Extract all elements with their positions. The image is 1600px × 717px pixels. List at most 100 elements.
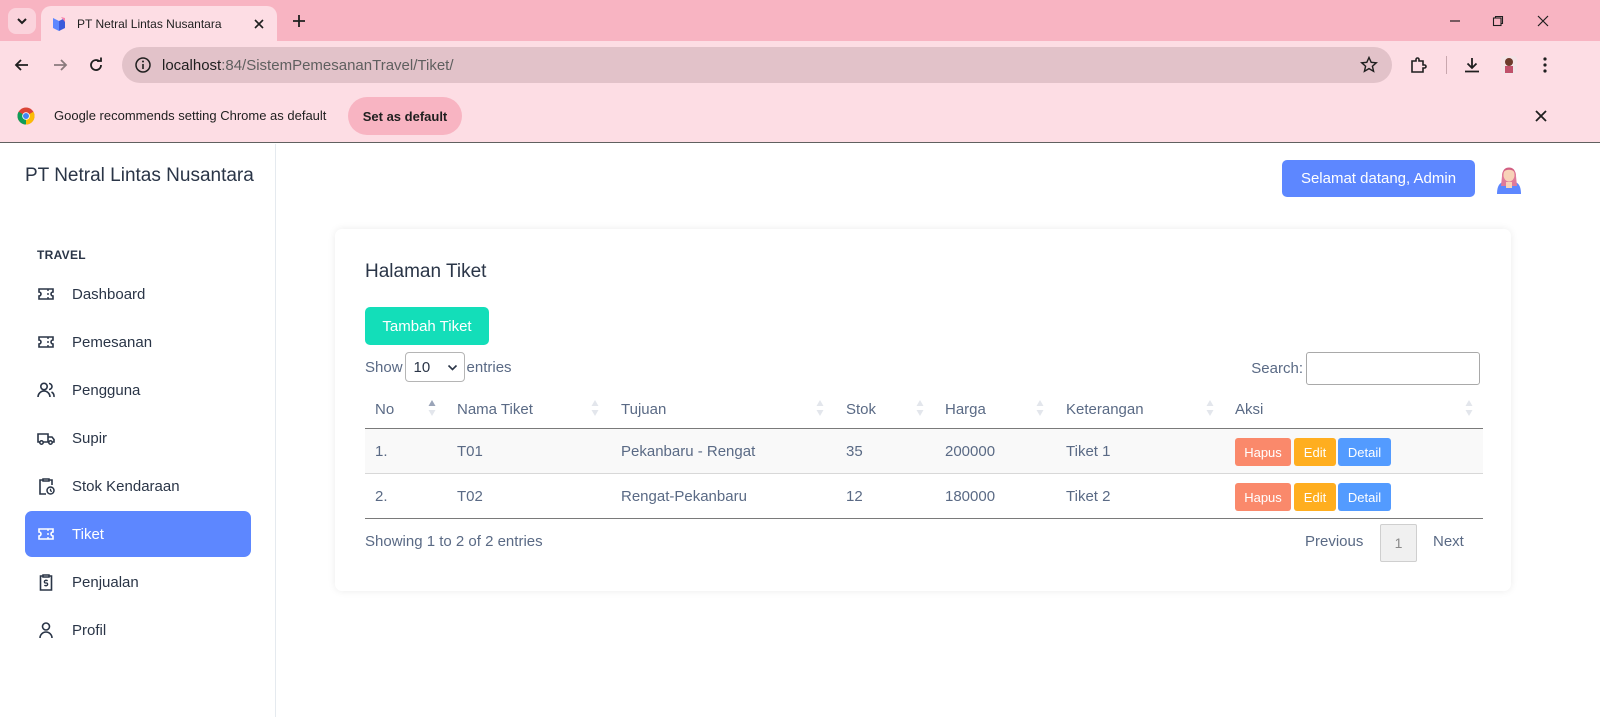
minimize-button[interactable] <box>1442 8 1468 34</box>
sort-icon[interactable] <box>1036 399 1044 417</box>
extensions-button[interactable] <box>1406 53 1430 77</box>
sidebar-item-stok-kendaraan[interactable]: Stok Kendaraan <box>25 463 251 509</box>
close-window-button[interactable] <box>1530 8 1556 34</box>
default-browser-infobar: Google recommends setting Chrome as defa… <box>0 89 1600 143</box>
sidebar-item-penjualan[interactable]: Penjualan <box>25 559 251 605</box>
receipt-dollar-icon <box>39 574 53 591</box>
chevron-down-icon <box>447 364 457 371</box>
cell-nama-tiket: T02 <box>457 488 483 505</box>
set-as-default-button[interactable]: Set as default <box>348 97 462 135</box>
column-header-nama-tiket[interactable]: Nama Tiket <box>457 389 533 429</box>
cell-stok: 35 <box>846 443 863 460</box>
cell-harga: 180000 <box>945 488 996 505</box>
reload-button[interactable] <box>82 51 110 79</box>
url-path: :84/SistemPemesananTravel/Tiket/ <box>221 56 454 74</box>
sidebar-item-label: Supir <box>72 429 108 447</box>
bookmark-star-icon[interactable] <box>1360 56 1378 74</box>
table-search: Search: <box>1251 352 1480 385</box>
tab-close-button[interactable] <box>251 16 267 32</box>
downloads-button[interactable] <box>1460 53 1484 77</box>
delete-button[interactable]: Hapus <box>1235 438 1291 466</box>
sort-icon[interactable] <box>1465 399 1473 417</box>
sidebar-item-profil[interactable]: Profil <box>25 607 251 653</box>
pagination-next[interactable]: Next <box>1433 533 1464 550</box>
edit-button[interactable]: Edit <box>1294 483 1336 511</box>
profile-button[interactable] <box>1497 53 1521 77</box>
add-ticket-button[interactable]: Tambah Tiket <box>365 307 489 345</box>
detail-button[interactable]: Detail <box>1338 438 1391 466</box>
puzzle-icon <box>1411 57 1427 73</box>
infobar-message: Google recommends setting Chrome as defa… <box>54 108 327 123</box>
arrow-right-icon <box>54 59 68 71</box>
tab-search-button[interactable] <box>8 8 36 34</box>
search-input[interactable] <box>1306 352 1480 385</box>
sidebar: PT Netral Lintas Nusantara TRAVEL Dashbo… <box>0 144 276 717</box>
cell-tujuan: Rengat-Pekanbaru <box>621 488 747 505</box>
arrow-left-icon <box>14 59 28 71</box>
pagination-previous[interactable]: Previous <box>1305 533 1363 550</box>
sidebar-item-pemesanan[interactable]: Pemesanan <box>25 319 251 365</box>
search-label: Search: <box>1251 360 1303 377</box>
column-header-stok[interactable]: Stok <box>846 389 876 429</box>
avatar[interactable] <box>1491 160 1527 196</box>
page-title: Halaman Tiket <box>365 261 487 282</box>
restore-button[interactable] <box>1485 8 1511 34</box>
close-icon <box>1537 15 1549 27</box>
show-label: Show <box>365 358 403 376</box>
cell-no: 2. <box>375 488 388 505</box>
sort-icon[interactable] <box>916 399 924 417</box>
close-icon[interactable] <box>1533 108 1549 124</box>
cell-nama-tiket: T01 <box>457 443 483 460</box>
address-bar[interactable]: localhost:84/SistemPemesananTravel/Tiket… <box>122 47 1392 83</box>
cell-stok: 12 <box>846 488 863 505</box>
browser-menu-button[interactable] <box>1533 53 1557 77</box>
cell-keterangan: Tiket 1 <box>1066 443 1111 460</box>
sort-icon[interactable] <box>816 399 824 417</box>
entries-select[interactable]: 10 <box>404 352 465 382</box>
cell-keterangan: Tiket 2 <box>1066 488 1111 505</box>
cell-harga: 200000 <box>945 443 996 460</box>
chevron-down-icon <box>17 18 27 25</box>
browser-toolbar: localhost:84/SistemPemesananTravel/Tiket… <box>0 41 1600 89</box>
users-icon <box>37 382 55 398</box>
new-tab-button[interactable] <box>288 10 310 32</box>
sidebar-item-tiket[interactable]: Tiket <box>25 511 251 557</box>
sort-asc-icon[interactable] <box>428 399 436 417</box>
detail-button[interactable]: Detail <box>1338 483 1391 511</box>
sort-icon[interactable] <box>1206 399 1214 417</box>
table-row: 2. T02 Rengat-Pekanbaru 12 180000 Tiket … <box>365 474 1483 519</box>
edit-button[interactable]: Edit <box>1294 438 1336 466</box>
column-header-keterangan[interactable]: Keterangan <box>1066 389 1144 429</box>
sidebar-item-label: Profil <box>72 621 107 639</box>
restore-icon <box>1492 15 1504 27</box>
app-favicon-icon <box>53 16 65 31</box>
nav-caption: TRAVEL <box>37 248 86 262</box>
table-info: Showing 1 to 2 of 2 entries <box>365 533 543 550</box>
sidebar-item-label: Pengguna <box>72 381 141 399</box>
sidebar-item-supir[interactable]: Supir <box>25 415 251 461</box>
site-info-icon[interactable] <box>134 56 152 74</box>
pagination-page-1[interactable]: 1 <box>1380 524 1417 562</box>
forward-button[interactable] <box>46 51 74 79</box>
entries-label: entries <box>466 358 512 376</box>
column-header-aksi[interactable]: Aksi <box>1235 389 1263 429</box>
sidebar-item-pengguna[interactable]: Pengguna <box>25 367 251 413</box>
column-header-tujuan[interactable]: Tujuan <box>621 389 666 429</box>
brand-title[interactable]: PT Netral Lintas Nusantara <box>25 165 254 187</box>
back-button[interactable] <box>8 51 36 79</box>
welcome-button[interactable]: Selamat datang, Admin <box>1282 160 1475 197</box>
column-header-no[interactable]: No <box>375 389 394 429</box>
close-icon <box>254 18 264 29</box>
chrome-logo-icon <box>17 107 35 125</box>
sidebar-item-label: Stok Kendaraan <box>72 477 180 495</box>
delete-button[interactable]: Hapus <box>1235 483 1291 511</box>
ticket-icon <box>38 288 54 300</box>
ticket-icon <box>38 528 54 540</box>
browser-tab[interactable]: PT Netral Lintas Nusantara <box>41 6 277 41</box>
tab-title: PT Netral Lintas Nusantara <box>77 16 222 31</box>
toolbar-separator <box>1446 56 1447 74</box>
sidebar-item-dashboard[interactable]: Dashboard <box>25 271 251 317</box>
user-icon <box>39 622 53 639</box>
sort-icon[interactable] <box>591 399 599 417</box>
column-header-harga[interactable]: Harga <box>945 389 986 429</box>
